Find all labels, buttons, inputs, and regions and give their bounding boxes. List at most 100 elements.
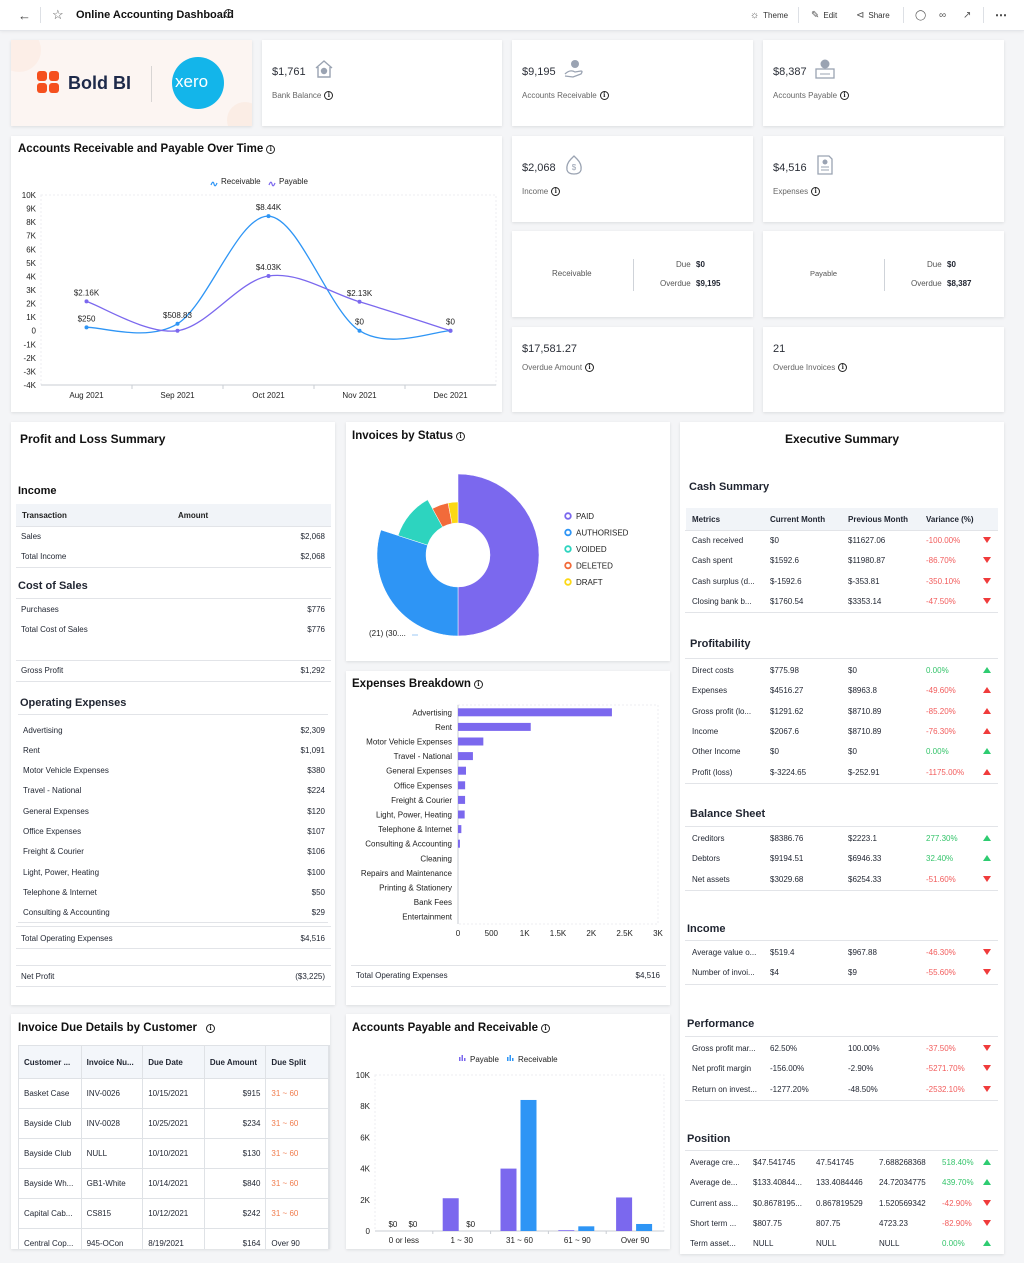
info-icon[interactable]: i (551, 187, 560, 196)
table-cell: -48.50% (848, 1085, 878, 1094)
info-icon[interactable]: i (840, 91, 849, 100)
comment-button[interactable]: ◯ (915, 10, 926, 21)
table-row: Cash spent$1592.6$11980.87-86.70% (680, 550, 1004, 570)
bar (458, 796, 465, 804)
column-header[interactable]: Invoice Nu... (82, 1046, 144, 1078)
table-cell: Direct costs (692, 666, 734, 675)
table-header: Customer ...Invoice Nu...Due DateDue Amo… (18, 1045, 330, 1079)
legend-icon (459, 1057, 461, 1061)
back-arrow-icon[interactable]: ← (18, 8, 31, 23)
table-cell: $4 (770, 968, 779, 977)
table-row: Direct costs$775.98$00.00% (680, 660, 1004, 680)
column-header[interactable]: Customer ... (19, 1046, 82, 1078)
table-cell: -156.00% (770, 1064, 804, 1073)
data-point (85, 299, 89, 303)
variance-value: -51.60% (926, 875, 956, 884)
fullscreen-button[interactable]: ↗ (963, 10, 971, 21)
row-amount: $2,309 (301, 726, 325, 735)
y-tick-label: 10K (22, 191, 37, 200)
legend-label: AUTHORISED (576, 529, 629, 538)
data-point (267, 274, 271, 278)
table-cell: $807.75 (753, 1219, 782, 1228)
table-cell: NULL (753, 1239, 773, 1248)
expenses-bar-chart: AdvertisingRentMotor Vehicle ExpensesTra… (346, 671, 670, 1005)
view-button[interactable]: ∞ (939, 10, 946, 21)
trend-down-icon (983, 578, 991, 584)
table-row: Gross profit (lo...$1291.62$8710.89-85.2… (680, 701, 1004, 721)
category-label: Cleaning (420, 854, 452, 863)
x-tick-label: 0 or less (389, 1236, 419, 1245)
table-cell: CS815 (82, 1199, 144, 1228)
divider (16, 681, 331, 682)
column-header: Amount (178, 511, 208, 520)
table-row[interactable]: Basket CaseINV-002610/15/2021$91531 ~ 60 (18, 1079, 330, 1109)
variance-value: 0.00% (926, 747, 949, 756)
table-cell: 1.520569342 (879, 1199, 926, 1208)
edit-button[interactable]: ✎Edit (811, 10, 837, 21)
info-icon[interactable]: i (324, 91, 333, 100)
table-row[interactable]: Bayside ClubINV-002810/25/2021$23431 ~ 6… (18, 1109, 330, 1139)
kpi-accounts-payable: $8,387 Accounts Payablei (763, 40, 1004, 126)
column-header: Previous Month (848, 515, 908, 524)
due-card-label: Receivable (552, 269, 592, 278)
table-cell: Cash spent (692, 556, 732, 565)
column-header[interactable]: Due Date (143, 1046, 205, 1078)
table-row: Expenses$4516.27$8963.8-49.60% (680, 680, 1004, 700)
table-cell: Short term ... (690, 1219, 736, 1228)
table-row: Average de...$133.40844...133.408444624.… (680, 1172, 1004, 1192)
y-tick-label: 8K (360, 1102, 370, 1111)
profit-loss-card: Profit and Loss Summary Income Transacti… (11, 422, 335, 1005)
variance-value: -49.60% (926, 686, 956, 695)
theme-button[interactable]: ☼Theme (750, 10, 788, 21)
share-button[interactable]: ⊲Share (856, 10, 890, 21)
bar-receivable (521, 1100, 537, 1231)
card-title: Invoice Due Details by Customer (18, 1022, 197, 1034)
info-icon[interactable]: i (600, 91, 609, 100)
table-cell: Average value o... (692, 948, 756, 957)
table-cell: Gross profit (lo... (692, 707, 751, 716)
trend-up-icon (983, 728, 991, 734)
divider (685, 783, 998, 784)
table-row[interactable]: Capital Cab...CS81510/12/2021$24231 ~ 60 (18, 1199, 330, 1229)
table-cell: $519.4 (770, 948, 794, 957)
info-icon[interactable]: i (585, 363, 594, 372)
favorite-star-icon[interactable]: ☆ (52, 7, 64, 23)
table-cell: Number of invoi... (692, 968, 755, 977)
data-point (358, 329, 362, 333)
table-cell: 24.72034775 (879, 1178, 926, 1187)
trend-up-icon (983, 769, 991, 775)
table-row: Total Cost of Sales$776 (21, 619, 325, 639)
column-header: Variance (%) (926, 515, 974, 524)
kpi-overdue-amount: $17,581.27 Overdue Amounti (512, 327, 753, 412)
top-bar: ← ☆ Online Accounting Dashboard i ☼Theme… (0, 0, 1024, 31)
bar (458, 825, 461, 833)
divider (685, 1150, 998, 1151)
x-tick-label: 1 ~ 30 (450, 1236, 473, 1245)
column-header[interactable]: Due Split (266, 1046, 329, 1078)
y-tick-label: 8K (26, 218, 36, 227)
hand-coin-icon (563, 58, 585, 80)
table-row: Number of invoi...$4$9-55.60% (680, 962, 1004, 982)
due-label: Due (927, 260, 942, 269)
more-button[interactable]: ⋯ (995, 8, 1007, 22)
row-label: Rent (23, 746, 40, 755)
info-icon[interactable]: i (224, 9, 233, 18)
column-header[interactable]: Due Amount (205, 1046, 267, 1078)
table-row: Short term ...$807.75807.754723.23-82.90… (680, 1213, 1004, 1233)
info-icon[interactable]: i (838, 363, 847, 372)
table-row[interactable]: Bayside ClubNULL10/10/2021$13031 ~ 60 (18, 1139, 330, 1169)
table-cell: 10/15/2021 (143, 1079, 205, 1108)
trend-up-icon (983, 748, 991, 754)
table-header: MetricsCurrent MonthPrevious MonthVarian… (686, 508, 998, 530)
table-cell: $8710.89 (848, 727, 881, 736)
kpi-value: $2,068 (522, 162, 556, 174)
data-point (358, 300, 362, 304)
table-row[interactable]: Bayside Wh...GB1-White10/14/2021$84031 ~… (18, 1169, 330, 1199)
legend-icon (464, 1058, 466, 1061)
info-icon[interactable]: i (206, 1024, 215, 1033)
trend-down-icon (983, 1220, 991, 1226)
data-label: $0 (466, 1220, 475, 1229)
info-icon[interactable]: i (811, 187, 820, 196)
table-row[interactable]: Central Cop...945-OCon8/19/2021$164Over … (18, 1229, 330, 1249)
table-cell: 47.541745 (816, 1158, 854, 1167)
